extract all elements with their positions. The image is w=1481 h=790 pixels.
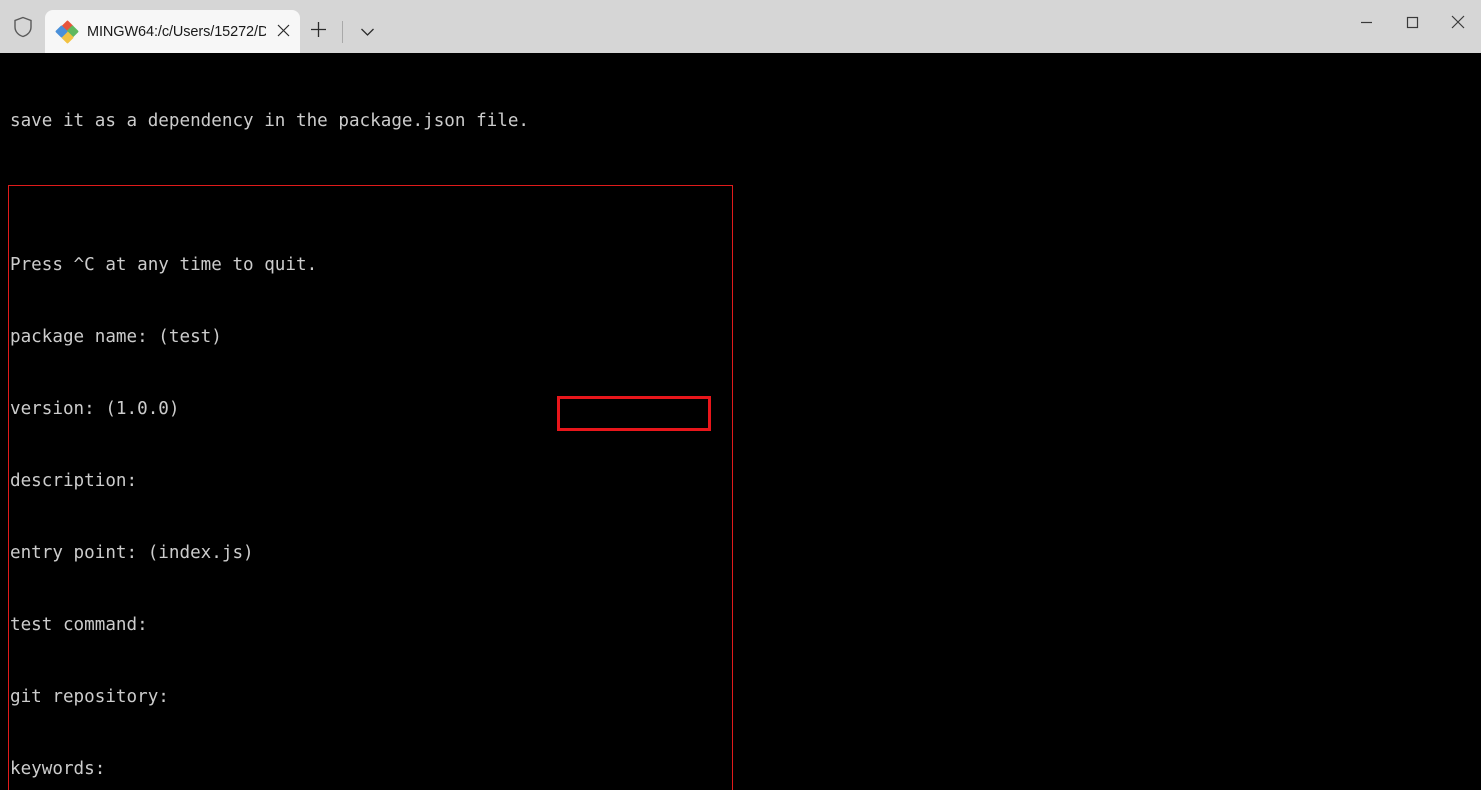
- maximize-icon: [1406, 14, 1419, 33]
- terminal-viewport[interactable]: save it as a dependency in the package.j…: [0, 53, 1481, 790]
- window-close-icon: [1451, 14, 1465, 33]
- tab-bar-actions: [300, 10, 385, 53]
- maximize-button[interactable]: [1389, 0, 1435, 46]
- terminal-line: entry point: (index.js): [10, 543, 254, 563]
- shield-icon: [13, 16, 33, 38]
- terminal-output: save it as a dependency in the package.j…: [10, 61, 635, 790]
- plus-icon: [310, 21, 327, 42]
- terminal-line: version: (1.0.0): [10, 399, 180, 419]
- elevated-shield-indicator: [0, 0, 45, 53]
- window-title-bar: MINGW64:/c/Users/15272/Des: [0, 0, 1481, 53]
- close-icon: [277, 22, 290, 41]
- tab-title: MINGW64:/c/Users/15272/Des: [87, 23, 266, 40]
- terminal-line: keywords:: [10, 759, 106, 779]
- tab-actions-divider: [342, 20, 343, 43]
- terminal-tab[interactable]: MINGW64:/c/Users/15272/Des: [45, 10, 300, 53]
- git-bash-diamond-icon: [55, 19, 79, 44]
- terminal-line: package name: (test): [10, 327, 222, 347]
- new-tab-button[interactable]: [300, 14, 336, 50]
- terminal-line: save it as a dependency in the package.j…: [10, 111, 530, 131]
- terminal-line: description:: [10, 471, 138, 491]
- window-controls: [1343, 0, 1481, 53]
- chevron-down-icon: [360, 22, 375, 41]
- terminal-line: git repository:: [10, 687, 169, 707]
- minimize-icon: [1360, 14, 1373, 33]
- minimize-button[interactable]: [1343, 0, 1389, 46]
- title-bar-drag-region: [385, 10, 1343, 53]
- terminal-line: Press ^C at any time to quit.: [10, 255, 318, 275]
- close-button[interactable]: [1435, 0, 1481, 46]
- tab-close-button[interactable]: [266, 10, 300, 53]
- tab-dropdown-button[interactable]: [349, 14, 385, 50]
- terminal-line: test command:: [10, 615, 148, 635]
